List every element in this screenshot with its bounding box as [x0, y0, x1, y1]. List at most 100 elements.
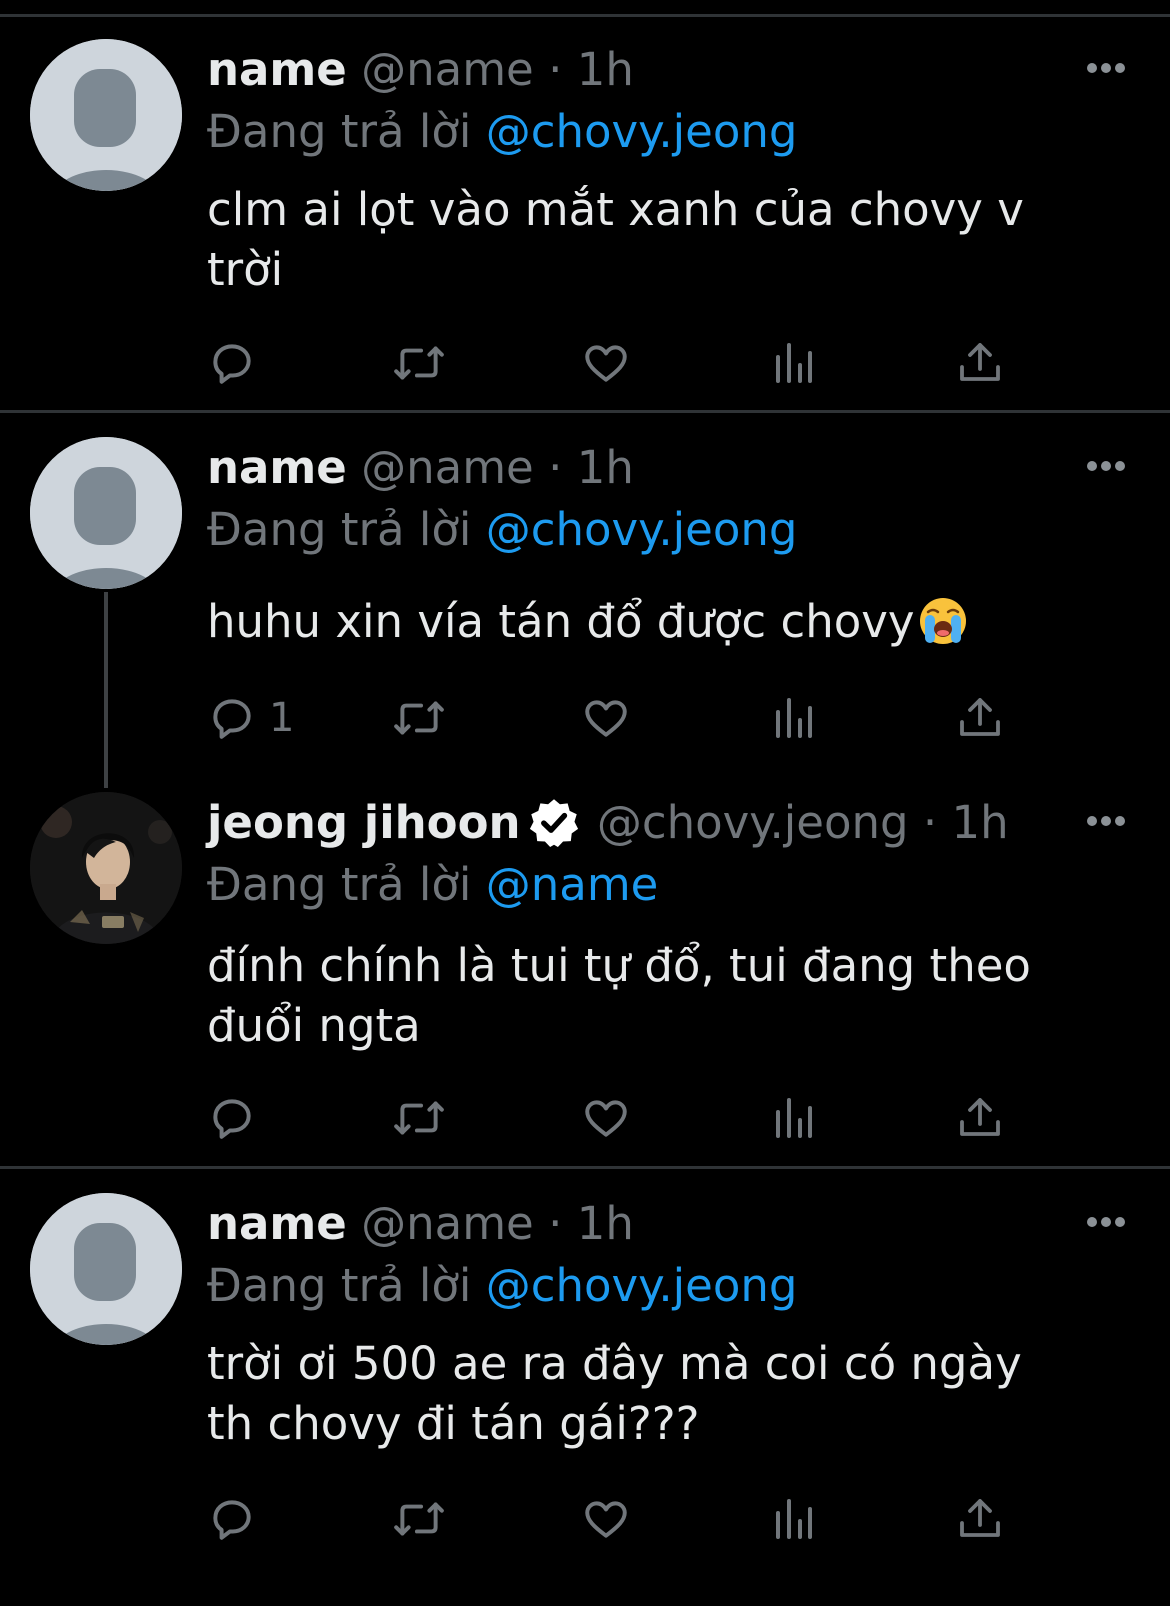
- avatar[interactable]: [30, 437, 182, 589]
- timestamp[interactable]: 1h: [952, 796, 1009, 849]
- like-icon: [585, 345, 627, 382]
- replying-to: Đang trả lời @chovy.jeong: [207, 101, 797, 163]
- retweet-icon: [394, 701, 444, 735]
- views-icon: [776, 343, 812, 383]
- retweet-icon: [394, 346, 444, 380]
- share-icon: [960, 1098, 1000, 1136]
- avatar[interactable]: [30, 792, 182, 944]
- like-button[interactable]: [581, 1088, 631, 1148]
- handle[interactable]: @name: [361, 441, 534, 494]
- separator-dot: ·: [548, 43, 563, 96]
- display-name[interactable]: name: [207, 1197, 347, 1250]
- timestamp[interactable]: 1h: [577, 1197, 634, 1250]
- display-name[interactable]: name: [207, 441, 347, 494]
- retweet-button[interactable]: [392, 688, 446, 748]
- reply-button[interactable]: [207, 1489, 269, 1549]
- tweet-text-line: clm ai lọt vào mắt xanh của chovy v: [207, 183, 1024, 236]
- tweet-divider: [0, 410, 1170, 413]
- reply-icon: [213, 1500, 251, 1540]
- retweet-button[interactable]: [392, 1088, 446, 1148]
- views-icon: [776, 1499, 812, 1539]
- tweet-header: name @name · 1h: [207, 437, 634, 499]
- views-icon: [776, 1098, 812, 1138]
- replying-to: Đang trả lời @name: [207, 854, 658, 916]
- retweet-icon: [394, 1502, 444, 1536]
- like-button[interactable]: [581, 1489, 631, 1549]
- default-avatar-icon: [30, 39, 182, 191]
- separator-dot: ·: [548, 441, 563, 494]
- share-icon: [960, 698, 1000, 736]
- replying-prefix: Đang trả lời: [207, 503, 472, 556]
- retweet-icon: [394, 1101, 444, 1135]
- share-button[interactable]: [956, 1088, 1004, 1148]
- loudly-crying-face-icon: [919, 598, 966, 644]
- reply-button[interactable]: 1: [207, 688, 294, 748]
- share-button[interactable]: [956, 1489, 1004, 1549]
- separator-dot: ·: [922, 796, 938, 849]
- tweet-text: trời ơi 500 ae ra đây mà coi có ngày th …: [207, 1334, 1022, 1454]
- views-button[interactable]: [772, 688, 816, 748]
- handle[interactable]: @name: [361, 1197, 534, 1250]
- reply-icon: [213, 1099, 251, 1139]
- tweet-divider: [0, 1166, 1170, 1169]
- tweet-text: đính chính là tui tự đổ, tui đang theo đ…: [207, 936, 1031, 1056]
- profile-photo-icon: [30, 792, 182, 944]
- like-icon: [585, 700, 627, 737]
- reply-count: 1: [269, 695, 295, 741]
- more-icon[interactable]: [1086, 61, 1126, 75]
- action-bar: [0, 1489, 1170, 1549]
- retweet-button[interactable]: [392, 1489, 446, 1549]
- views-button[interactable]: [772, 1088, 816, 1148]
- tweet-text-line: trời ơi 500 ae ra đây mà coi có ngày: [207, 1337, 1022, 1390]
- timestamp[interactable]: 1h: [577, 441, 634, 494]
- avatar[interactable]: [30, 1193, 182, 1345]
- display-name[interactable]: jeong jihoon: [207, 796, 521, 849]
- share-button[interactable]: [956, 688, 1004, 748]
- timestamp[interactable]: 1h: [577, 43, 634, 96]
- views-icon: [776, 698, 812, 738]
- mention-link[interactable]: @name: [486, 858, 659, 911]
- display-name[interactable]: name: [207, 43, 347, 96]
- handle[interactable]: @name: [361, 43, 534, 96]
- tweet-text-line: đuổi ngta: [207, 999, 421, 1052]
- more-icon[interactable]: [1086, 459, 1126, 473]
- views-button[interactable]: [772, 333, 816, 393]
- tweet-text-line: huhu xin vía tán đổ được chovy: [207, 592, 969, 652]
- replying-prefix: Đang trả lời: [207, 858, 472, 911]
- separator-dot: ·: [548, 1197, 563, 1250]
- mention-link[interactable]: @chovy.jeong: [486, 1259, 798, 1312]
- action-bar: [0, 333, 1170, 393]
- handle[interactable]: @chovy.jeong: [597, 796, 909, 849]
- tweet-header: name @name · 1h: [207, 1193, 634, 1255]
- default-avatar-icon: [30, 437, 182, 589]
- like-button[interactable]: [581, 688, 631, 748]
- replying-prefix: Đang trả lời: [207, 105, 472, 158]
- reply-button[interactable]: [207, 333, 269, 393]
- tweet-text: huhu xin vía tán đổ được chovy: [207, 592, 969, 652]
- share-icon: [960, 1499, 1000, 1537]
- default-avatar-icon: [30, 1193, 182, 1345]
- mention-link[interactable]: @chovy.jeong: [486, 105, 798, 158]
- like-icon: [585, 1501, 627, 1538]
- avatar[interactable]: [30, 39, 182, 191]
- replying-prefix: Đang trả lời: [207, 1259, 472, 1312]
- tweet-text-content: huhu xin vía tán đổ được chovy: [207, 595, 915, 648]
- reply-icon: [213, 699, 251, 739]
- share-button[interactable]: [956, 333, 1004, 393]
- more-icon[interactable]: [1086, 814, 1126, 828]
- tweet-text-line: đính chính là tui tự đổ, tui đang theo: [207, 939, 1031, 992]
- tweet-text: clm ai lọt vào mắt xanh của chovy v trời: [207, 180, 1024, 300]
- like-icon: [585, 1100, 627, 1137]
- tweet-text-line: th chovy đi tán gái???: [207, 1397, 700, 1450]
- tweet-text-line: trời: [207, 243, 284, 296]
- mention-link[interactable]: @chovy.jeong: [486, 503, 798, 556]
- retweet-button[interactable]: [392, 333, 446, 393]
- action-bar: [0, 1088, 1170, 1148]
- top-divider: [0, 14, 1170, 17]
- views-button[interactable]: [772, 1489, 816, 1549]
- action-bar: 1: [0, 688, 1170, 748]
- share-icon: [960, 343, 1000, 381]
- more-icon[interactable]: [1086, 1215, 1126, 1229]
- like-button[interactable]: [581, 333, 631, 393]
- reply-button[interactable]: [207, 1088, 269, 1148]
